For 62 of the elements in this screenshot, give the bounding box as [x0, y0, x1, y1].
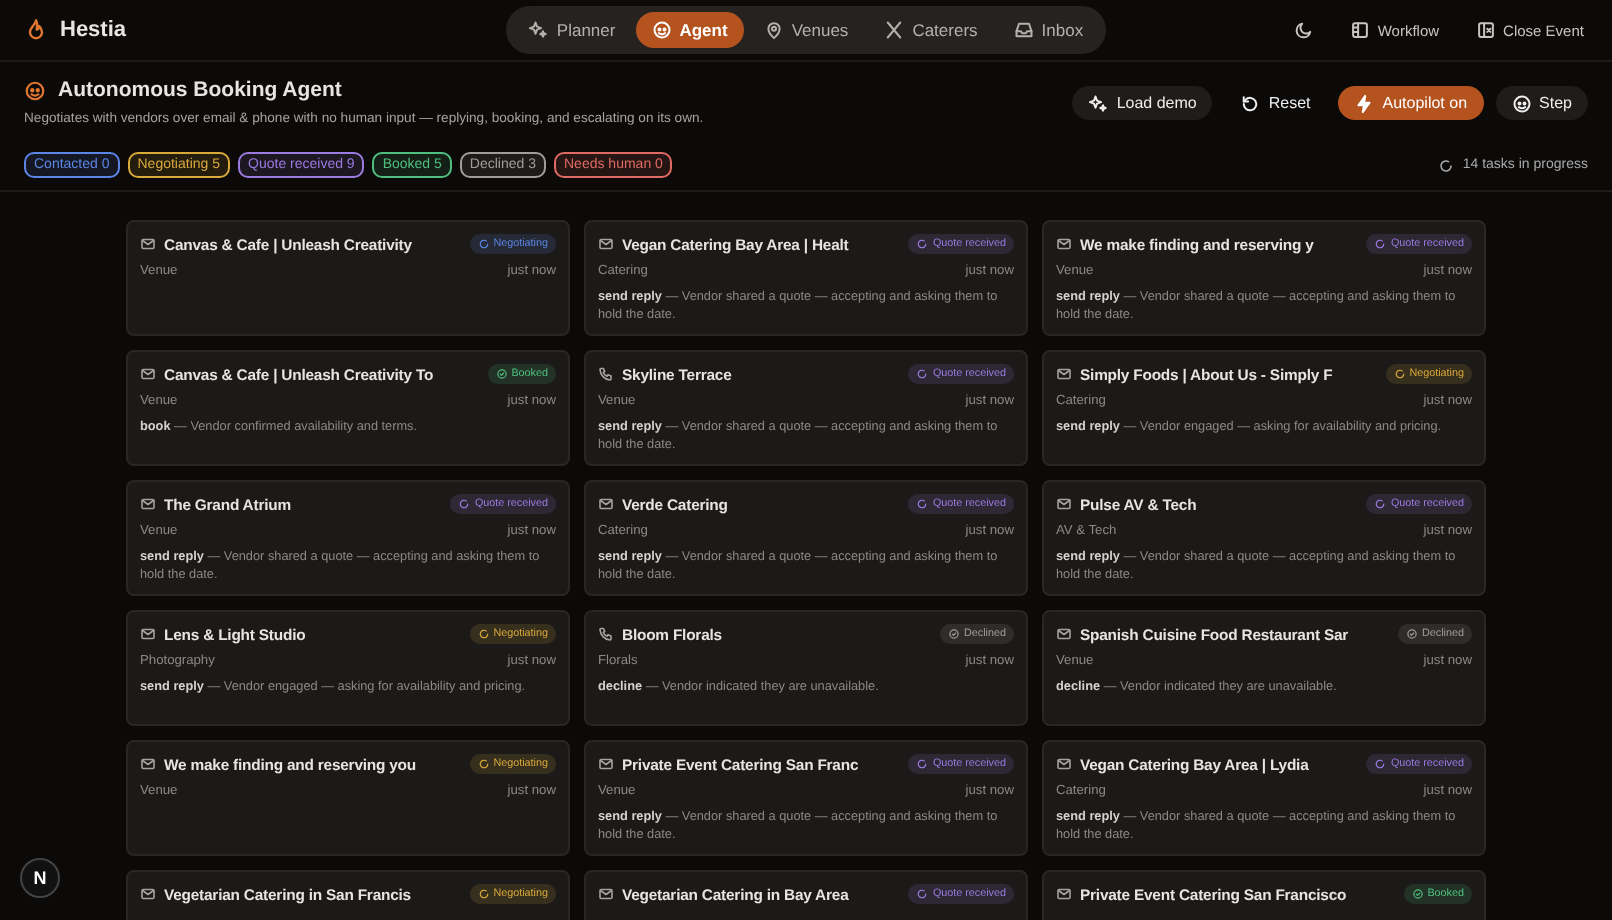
loading-icon	[1438, 157, 1455, 173]
check-circle-icon	[948, 628, 961, 640]
map-pin-icon	[763, 20, 784, 40]
envelope-icon	[140, 366, 156, 382]
phone-icon	[598, 626, 614, 642]
spinner-icon	[1374, 758, 1387, 770]
app-title: Hestia	[60, 18, 127, 42]
envelope-icon	[1056, 626, 1072, 642]
dev-indicator-button[interactable]: N	[20, 858, 60, 898]
spinner-icon	[1374, 238, 1387, 250]
envelope-icon	[140, 886, 156, 902]
reset-icon	[1240, 93, 1261, 113]
spinner-icon	[477, 758, 490, 770]
spinner-icon	[477, 628, 490, 640]
nav-tab[interactable]: Agent	[635, 12, 744, 48]
panel-icon	[1349, 20, 1370, 40]
spinner-icon	[1393, 368, 1406, 380]
flame-icon	[24, 18, 48, 42]
spinner-icon	[916, 498, 929, 510]
envelope-icon	[140, 756, 156, 772]
sparkles-icon	[528, 20, 549, 40]
spinner-icon	[477, 238, 490, 250]
check-circle-icon	[495, 368, 508, 380]
spinner-icon	[916, 888, 929, 900]
phone-icon	[598, 366, 614, 382]
envelope-icon	[140, 236, 156, 252]
nav-tab[interactable]: Planner	[512, 12, 632, 48]
robot-face-icon	[651, 20, 672, 40]
envelope-icon	[1056, 236, 1072, 252]
moon-icon	[1293, 20, 1314, 40]
action-button[interactable]: Load demo	[1072, 86, 1213, 120]
robot-face-icon	[1511, 93, 1532, 113]
envelope-icon	[1056, 886, 1072, 902]
robot-face-icon	[24, 79, 46, 101]
inbox-icon	[1013, 20, 1034, 40]
nav-tab[interactable]: Inbox	[997, 12, 1100, 48]
autopilot-button[interactable]: Autopilot on	[1338, 86, 1484, 120]
nav-tab[interactable]: Caterers	[868, 12, 994, 48]
check-circle-icon	[1411, 888, 1424, 900]
envelope-icon	[1056, 756, 1072, 772]
spinner-icon	[916, 758, 929, 770]
envelope-icon	[1056, 496, 1072, 512]
envelope-icon	[1056, 366, 1072, 382]
spinner-icon	[916, 368, 929, 380]
nav-tab[interactable]: Venues	[747, 12, 865, 48]
spinner-icon	[477, 888, 490, 900]
page-title: Autonomous Booking Agent	[58, 78, 342, 102]
spinner-icon	[458, 498, 471, 510]
check-circle-icon	[1406, 628, 1419, 640]
sparkles-icon	[1088, 93, 1109, 113]
spinner-icon	[916, 238, 929, 250]
envelope-icon	[598, 236, 614, 252]
spinner-icon	[1374, 498, 1387, 510]
action-button[interactable]: Step	[1495, 86, 1588, 120]
lightning-bolt-icon	[1354, 93, 1375, 113]
envelope-icon	[140, 496, 156, 512]
action-button[interactable]: Reset	[1224, 86, 1327, 120]
envelope-icon	[598, 886, 614, 902]
calendar-close-icon	[1475, 20, 1496, 40]
envelope-icon	[598, 496, 614, 512]
envelope-icon	[598, 756, 614, 772]
envelope-icon	[140, 626, 156, 642]
